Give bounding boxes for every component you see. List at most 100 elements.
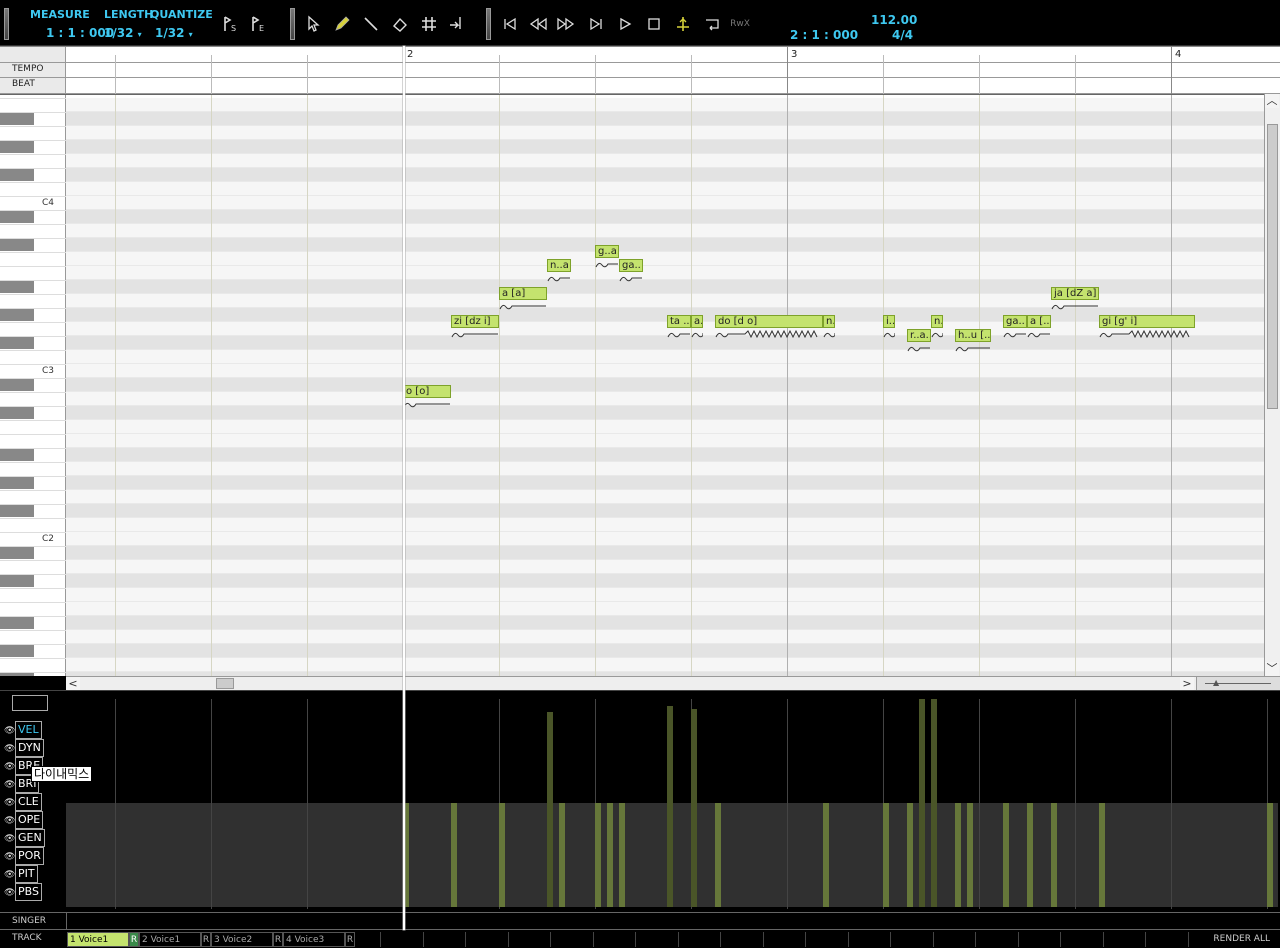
note[interactable]: do [d o]	[715, 315, 823, 328]
velocity-bar[interactable]	[1099, 803, 1105, 907]
black-key[interactable]	[0, 449, 34, 461]
black-key[interactable]	[0, 673, 34, 676]
note[interactable]: a [...	[1027, 315, 1051, 328]
note[interactable]: r..a..	[907, 329, 931, 342]
loop-icon[interactable]	[702, 14, 722, 34]
vertical-scroll-thumb[interactable]	[1267, 124, 1278, 409]
pitch-lane[interactable]	[66, 196, 1264, 210]
quantize-dropdown[interactable]: 1/32 ▾	[155, 26, 193, 40]
note[interactable]: o [o]	[403, 385, 451, 398]
velocity-bar[interactable]	[607, 803, 613, 907]
parameter-pbs[interactable]: 👁 PBS	[4, 883, 42, 901]
note[interactable]: ga..	[619, 259, 643, 272]
pitch-lane[interactable]	[66, 266, 1264, 280]
note[interactable]: g..a..	[595, 245, 619, 258]
beat-row[interactable]: BEAT	[0, 78, 1280, 94]
fast-forward-icon[interactable]	[556, 14, 576, 34]
measure-row[interactable]	[0, 47, 1280, 63]
vertical-scrollbar[interactable]: ︿ ﹀	[1264, 94, 1280, 676]
velocity-bar[interactable]	[1027, 803, 1033, 907]
velocity-bar[interactable]	[451, 803, 457, 907]
note[interactable]: n..a [...	[547, 259, 571, 272]
track-tab[interactable]: 3 Voice2	[211, 932, 273, 947]
eye-icon[interactable]: 👁	[4, 813, 15, 829]
velocity-bar[interactable]	[955, 803, 961, 907]
scroll-up-icon[interactable]: ︿	[1265, 94, 1279, 108]
end-marker-icon[interactable]: E	[248, 14, 268, 34]
pitch-lane[interactable]	[66, 336, 1264, 350]
rewind-icon[interactable]	[528, 14, 548, 34]
velocity-bar[interactable]	[883, 803, 889, 907]
pitch-lane[interactable]	[66, 518, 1264, 532]
pitch-lane[interactable]	[66, 560, 1264, 574]
pitch-lane[interactable]	[66, 588, 1264, 602]
velocity-editor[interactable]	[66, 699, 1278, 909]
rewind-to-start-icon[interactable]	[500, 14, 520, 34]
scroll-down-icon[interactable]: ﹀	[1265, 662, 1279, 676]
black-key[interactable]	[0, 617, 34, 629]
metronome-icon[interactable]	[673, 14, 693, 34]
track-render-button[interactable]: R	[345, 932, 355, 947]
pitch-lane[interactable]	[66, 602, 1264, 616]
parameter-por[interactable]: 👁 POR	[4, 847, 44, 865]
velocity-bar[interactable]	[547, 712, 553, 907]
pitch-lane[interactable]	[66, 658, 1264, 672]
track-tab[interactable]: 2 Voice1	[139, 932, 201, 947]
velocity-bar[interactable]	[1051, 803, 1057, 907]
parameter-cle[interactable]: 👁 CLE	[4, 793, 42, 811]
eye-icon[interactable]: 👁	[4, 723, 15, 739]
pitch-lane[interactable]	[66, 378, 1264, 392]
pitch-lane[interactable]	[66, 532, 1264, 546]
black-key[interactable]	[0, 281, 34, 293]
note[interactable]: i..	[883, 315, 895, 328]
pitch-lane[interactable]	[66, 238, 1264, 252]
pitch-lane[interactable]	[66, 364, 1264, 378]
note[interactable]: ta ..	[667, 315, 691, 328]
velocity-bar[interactable]	[619, 803, 625, 907]
singer-row[interactable]: SINGER	[0, 912, 1280, 930]
eye-icon[interactable]: 👁	[4, 777, 15, 793]
track-tab[interactable]: 1 Voice1	[67, 932, 129, 947]
track-tab[interactable]: 4 Voice3	[283, 932, 345, 947]
pitch-lane[interactable]	[66, 140, 1264, 154]
scroll-right-icon[interactable]: >	[1180, 677, 1194, 691]
note[interactable]: ga..	[1003, 315, 1027, 328]
note[interactable]: gi [g' i]	[1099, 315, 1195, 328]
note[interactable]: n..	[931, 315, 943, 328]
eye-icon[interactable]: 👁	[4, 741, 15, 757]
pitch-lane[interactable]	[66, 112, 1264, 126]
rewire-icon[interactable]: RwX	[730, 14, 750, 34]
black-key[interactable]	[0, 505, 34, 517]
start-marker-icon[interactable]: S	[220, 14, 240, 34]
toolbar-grip[interactable]	[486, 8, 491, 40]
tempo-readout[interactable]: 112.00	[871, 13, 917, 27]
black-key[interactable]	[0, 337, 34, 349]
eye-icon[interactable]: 👁	[4, 849, 15, 865]
play-icon[interactable]	[615, 14, 635, 34]
eye-icon[interactable]: 👁	[4, 831, 15, 847]
track-render-button[interactable]: R	[201, 932, 211, 947]
toolbar-grip[interactable]	[4, 8, 9, 40]
track-render-button[interactable]: R	[129, 932, 139, 947]
note[interactable]: a [a]	[499, 287, 547, 300]
black-key[interactable]	[0, 211, 34, 223]
velocity-bar[interactable]	[919, 699, 925, 907]
pitch-lane[interactable]	[66, 182, 1264, 196]
pitch-lane[interactable]	[66, 434, 1264, 448]
pitch-lane[interactable]	[66, 406, 1264, 420]
stop-icon[interactable]	[644, 14, 664, 34]
black-key[interactable]	[0, 379, 34, 391]
pitch-lane[interactable]	[66, 616, 1264, 630]
black-key[interactable]	[0, 575, 34, 587]
velocity-bar[interactable]	[1003, 803, 1009, 907]
eye-icon[interactable]: 👁	[4, 885, 15, 901]
velocity-bar[interactable]	[595, 803, 601, 907]
pitch-lane[interactable]	[66, 476, 1264, 490]
render-all-button[interactable]: RENDER ALL	[1213, 932, 1270, 946]
pitch-lane[interactable]	[66, 98, 1264, 112]
pitch-lane[interactable]	[66, 644, 1264, 658]
velocity-bar[interactable]	[691, 708, 697, 907]
black-key[interactable]	[0, 141, 34, 153]
black-key[interactable]	[0, 477, 34, 489]
pitch-lane[interactable]	[66, 322, 1264, 336]
